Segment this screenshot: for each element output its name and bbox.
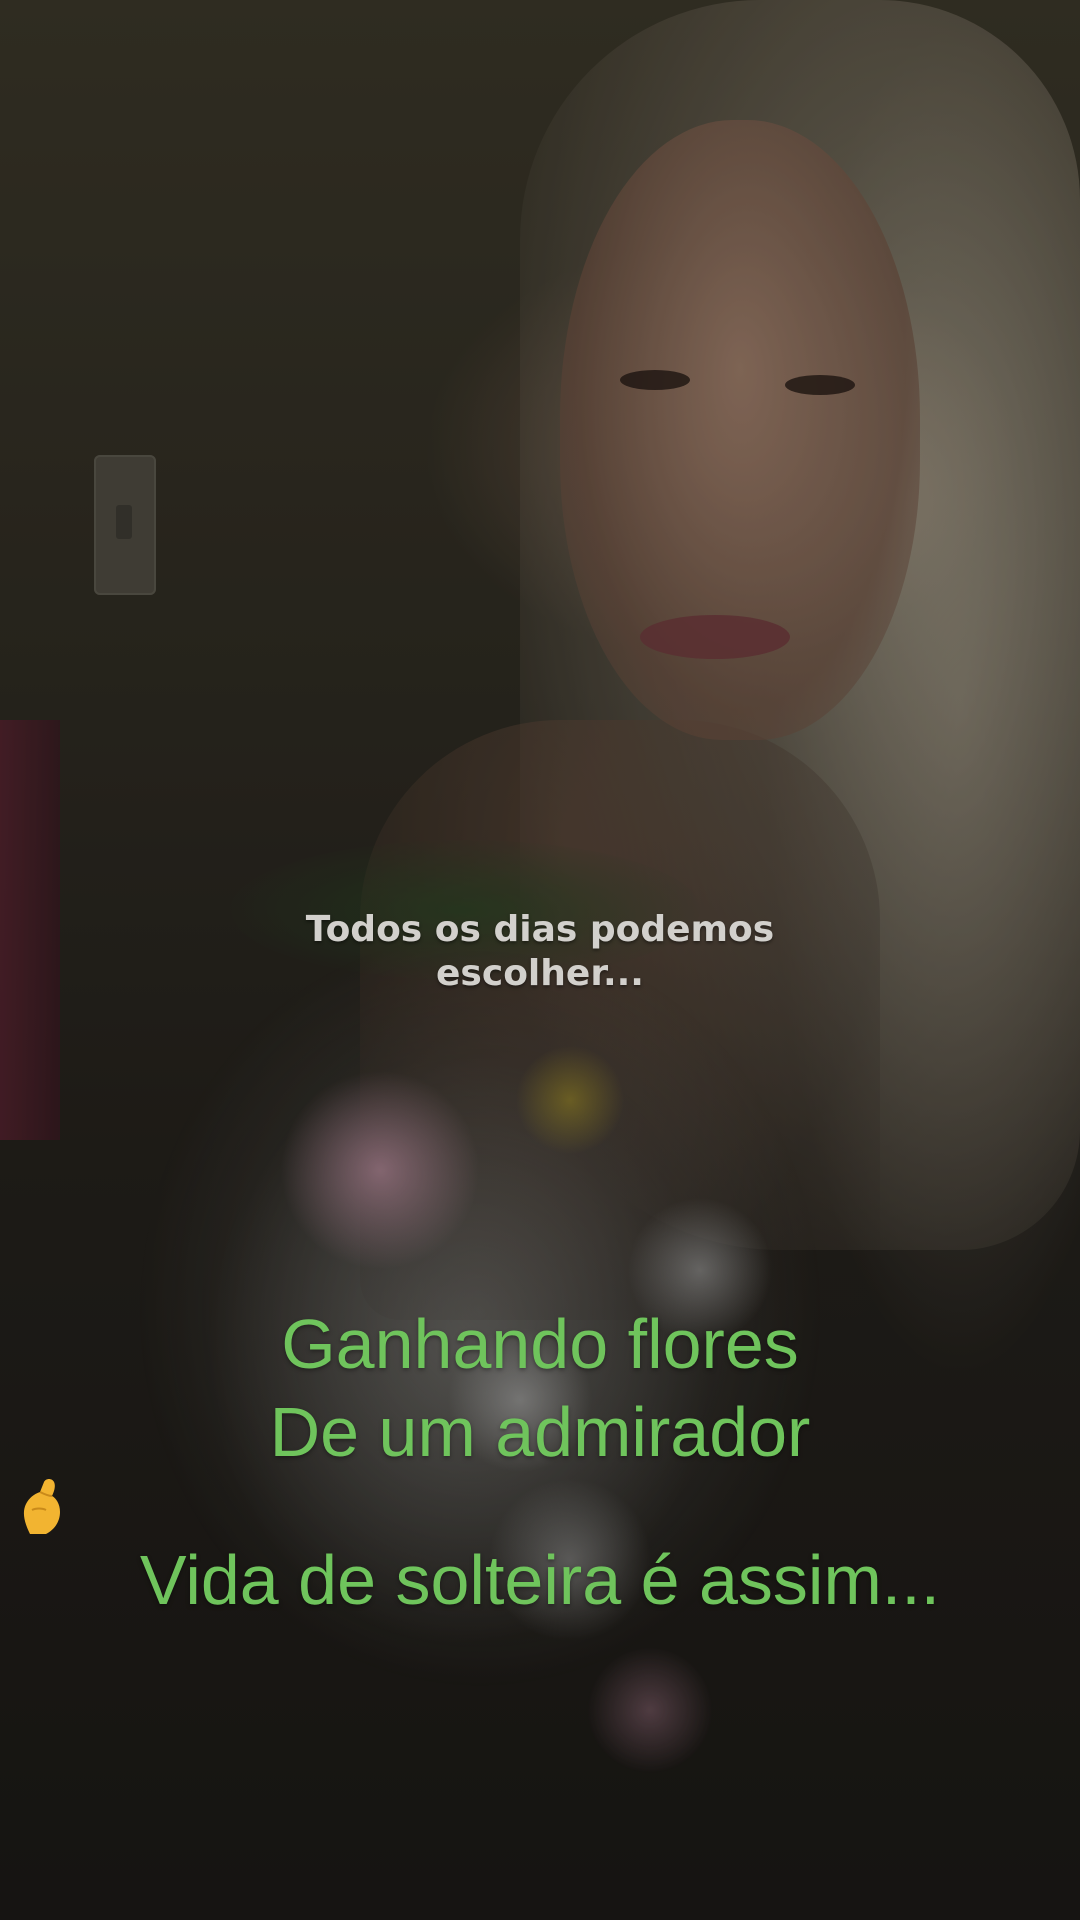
main-caption-line-2: De um admirador — [269, 1393, 811, 1471]
main-caption: Ganhando flores De um admirador Vida de … — [0, 1300, 1080, 1624]
video-frame[interactable]: Todos os dias podemos escolher... Ganhan… — [0, 0, 1080, 1920]
top-caption-line-2: escolher... — [436, 953, 644, 994]
main-caption-line-1: Ganhando flores — [281, 1305, 799, 1383]
main-caption-line-3: Vida de solteira é assim... — [139, 1541, 941, 1619]
top-caption-line-1: Todos os dias podemos — [305, 909, 775, 950]
pinched-fingers-icon — [10, 1476, 70, 1536]
main-caption-line-2-wrap: De um admirador — [0, 1388, 1080, 1536]
top-caption: Todos os dias podemos escolher... — [0, 908, 1080, 996]
